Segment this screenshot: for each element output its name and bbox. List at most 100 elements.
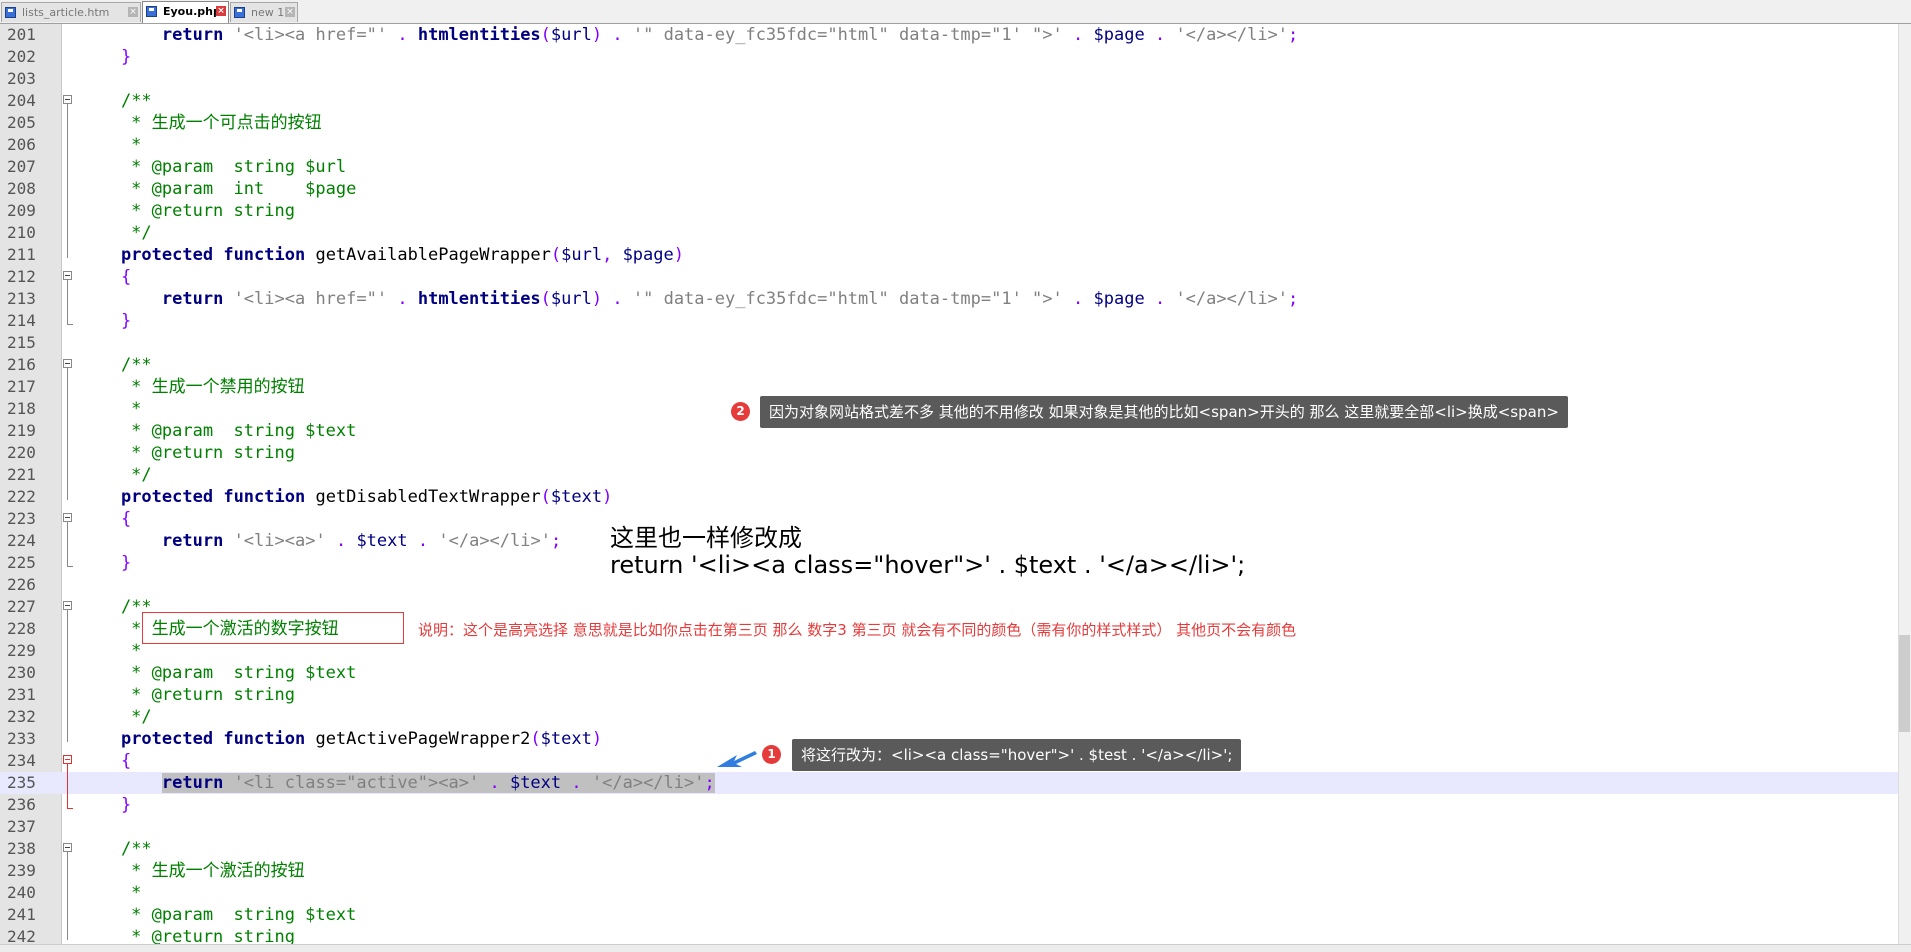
code-line[interactable]: 232 */: [0, 706, 1898, 728]
line-number: 225: [7, 553, 36, 572]
explanation-note: 说明：这个是高亮选择 意思就是比如你点击在第三页 那么 数字3 第三页 就会有不…: [418, 621, 1297, 639]
code-line[interactable]: 239 * 生成一个激活的按钮: [0, 860, 1898, 882]
code-line[interactable]: 212 {: [0, 266, 1898, 288]
code-line[interactable]: 210 */: [0, 222, 1898, 244]
save-file-icon: [5, 7, 16, 18]
code-line[interactable]: 203: [0, 68, 1898, 90]
code-line[interactable]: 231 * @return string: [0, 684, 1898, 706]
line-number: 227: [7, 597, 36, 616]
fold-toggle-icon[interactable]: [63, 271, 72, 280]
code-token: /**: [120, 839, 152, 859]
code-line[interactable]: 209 * @return string: [0, 200, 1898, 222]
code-line[interactable]: 202 }: [0, 46, 1898, 68]
code-text: return '<li><a href="' . htmlentities($u…: [80, 291, 1298, 308]
code-line[interactable]: 201 return '<li><a href="' . htmlentitie…: [0, 24, 1898, 46]
code-token: .: [1154, 25, 1166, 45]
code-token: ): [591, 289, 603, 309]
fold-toggle-icon[interactable]: [63, 601, 72, 610]
code-token: return: [161, 289, 224, 309]
code-line[interactable]: 237: [0, 816, 1898, 838]
code-line[interactable]: 215: [0, 332, 1898, 354]
code-token: * @return string: [80, 685, 295, 705]
code-line[interactable]: 238 /**: [0, 838, 1898, 860]
code-text: protected function getAvailablePageWrapp…: [80, 247, 684, 264]
code-token: $page: [1093, 25, 1145, 45]
close-icon[interactable]: ×: [128, 7, 138, 17]
code-line[interactable]: 236 }: [0, 794, 1898, 816]
fold-end-tick: [67, 808, 73, 809]
code-line[interactable]: 204 /**: [0, 90, 1898, 112]
tab-lists-article[interactable]: lists_article.htm ×: [1, 2, 141, 22]
code-token: * @param string $url: [80, 157, 347, 177]
close-icon[interactable]: ×: [216, 6, 226, 16]
code-line[interactable]: 211 protected function getAvailablePageW…: [0, 244, 1898, 266]
code-line[interactable]: 217 * 生成一个禁用的按钮: [0, 376, 1898, 398]
code-token: .: [612, 25, 623, 45]
vertical-scrollbar[interactable]: [1898, 24, 1911, 944]
code-line[interactable]: 208 * @param int $page: [0, 178, 1898, 200]
code-token: $page: [622, 245, 674, 265]
code-text: * @param string $text: [80, 423, 356, 440]
code-token: }: [120, 553, 132, 573]
line-number: 235: [7, 773, 36, 792]
code-text: {: [80, 269, 131, 286]
fold-toggle-icon[interactable]: [63, 359, 72, 368]
code-line[interactable]: 214 }: [0, 310, 1898, 332]
code-line[interactable]: 224 return '<li><a>' . $text . '</a></li…: [0, 530, 1898, 552]
tab-label: new 1: [251, 6, 285, 19]
code-line[interactable]: 230 * @param string $text: [0, 662, 1898, 684]
code-line[interactable]: 240 *: [0, 882, 1898, 904]
scrollbar-thumb[interactable]: [1899, 635, 1910, 732]
line-number: 237: [7, 817, 36, 836]
code-token: getAvailablePageWrapper: [305, 245, 551, 265]
close-icon[interactable]: ×: [285, 7, 295, 17]
code-editor[interactable]: 201 return '<li><a href="' . htmlentitie…: [0, 24, 1911, 944]
code-line[interactable]: 221 */: [0, 464, 1898, 486]
code-token: protected: [120, 487, 214, 507]
tab-eyou-php[interactable]: Eyou.php ×: [142, 1, 229, 23]
fold-toggle-icon[interactable]: [63, 95, 72, 104]
tab-new-1[interactable]: new 1 ×: [230, 2, 298, 22]
line-number: 217: [7, 377, 36, 396]
line-number: 209: [7, 201, 36, 220]
code-token: ): [673, 245, 684, 265]
code-line[interactable]: 205 * 生成一个可点击的按钮: [0, 112, 1898, 134]
code-line[interactable]: 213 return '<li><a href="' . htmlentitie…: [0, 288, 1898, 310]
code-line[interactable]: 216 /**: [0, 354, 1898, 376]
code-line[interactable]: 241 * @param string $text: [0, 904, 1898, 926]
code-token: '</a></li>': [1175, 25, 1289, 45]
code-line[interactable]: 222 protected function getDisabledTextWr…: [0, 486, 1898, 508]
code-line[interactable]: 207 * @param string $url: [0, 156, 1898, 178]
code-text: * @return string: [80, 203, 295, 220]
code-line[interactable]: 223 {: [0, 508, 1898, 530]
code-text: /**: [80, 599, 152, 616]
code-text: *: [80, 885, 141, 902]
code-line[interactable]: 235 return '<li class="active"><a>' . $t…: [0, 772, 1898, 794]
code-token: '" data-ey_fc35fdc="html" data-tmp="1' "…: [632, 289, 1063, 309]
code-token: (: [530, 729, 541, 749]
code-text: * @param string $url: [80, 159, 346, 176]
modify-hint-code: return '<li><a class="hover">' . $text .…: [610, 551, 1246, 579]
code-token: .: [489, 773, 500, 793]
code-line[interactable]: 220 * @return string: [0, 442, 1898, 464]
code-token: '</a></li>': [1175, 289, 1289, 309]
code-token: .: [1154, 289, 1166, 309]
code-text: /**: [80, 93, 152, 110]
fold-toggle-icon[interactable]: [63, 843, 72, 852]
code-line[interactable]: 206 *: [0, 134, 1898, 156]
annotation-badge-2: 2: [731, 402, 750, 421]
code-token: .: [397, 25, 408, 45]
fold-toggle-icon[interactable]: [63, 755, 72, 764]
code-line[interactable]: 242 * @return string: [0, 926, 1898, 945]
fold-toggle-icon[interactable]: [63, 513, 72, 522]
line-number: 219: [7, 421, 36, 440]
code-token: ): [602, 487, 613, 507]
